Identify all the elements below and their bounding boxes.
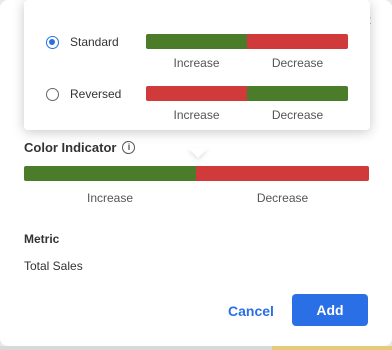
- info-icon[interactable]: i: [122, 141, 136, 154]
- decrease-label: Decrease: [271, 108, 324, 122]
- metric-value: Total Sales: [24, 259, 83, 273]
- color-indicator-dropdown[interactable]: [24, 166, 369, 181]
- standard-label[interactable]: Standard: [70, 35, 119, 49]
- stage: × Color Indicator i Increase Decrease Me…: [0, 0, 392, 350]
- decrease-segment: [146, 86, 247, 101]
- option-reversed[interactable]: Reversed Increase Decrease: [24, 70, 370, 122]
- popover-arrow: [188, 148, 208, 158]
- increase-segment: [146, 34, 247, 49]
- increase-segment: [247, 86, 348, 101]
- increase-label: Increase: [86, 191, 134, 205]
- option-standard[interactable]: Standard Increase Decrease: [24, 18, 370, 70]
- reversed-label[interactable]: Reversed: [70, 87, 121, 101]
- increase-label: Increase: [173, 108, 220, 122]
- reversed-bar[interactable]: [146, 86, 348, 101]
- standard-radio[interactable]: [46, 36, 59, 49]
- color-indicator-popover: Standard Increase Decrease Reversed Incr…: [24, 0, 370, 130]
- cancel-button[interactable]: Cancel: [222, 296, 280, 326]
- decrease-label: Decrease: [271, 56, 324, 70]
- background-strip: [0, 346, 392, 350]
- increase-label: Increase: [173, 56, 220, 70]
- decrease-label: Decrease: [256, 191, 309, 205]
- background-accent: [272, 346, 392, 350]
- reversed-radio[interactable]: [46, 88, 59, 101]
- add-button[interactable]: Add: [292, 294, 368, 326]
- standard-bar[interactable]: [146, 34, 348, 49]
- color-indicator-heading: Color Indicator i: [24, 140, 136, 155]
- color-indicator-title: Color Indicator: [24, 140, 117, 155]
- metric-title: Metric: [24, 232, 60, 246]
- decrease-segment: [247, 34, 348, 49]
- increase-segment: [24, 166, 196, 181]
- decrease-segment: [196, 166, 369, 181]
